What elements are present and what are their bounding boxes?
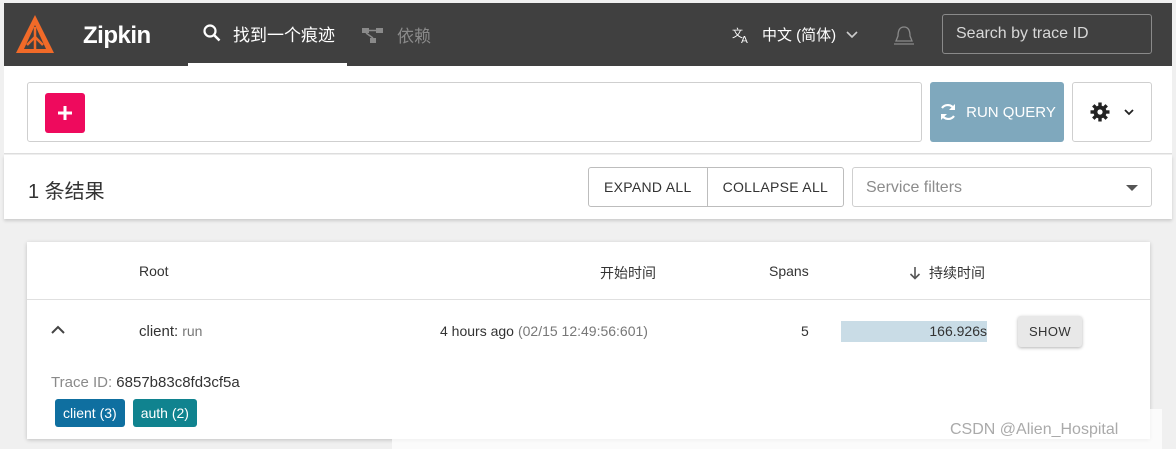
chevron-down-icon bbox=[1124, 108, 1134, 115]
settings-menu-button[interactable] bbox=[1072, 82, 1152, 142]
duration-bar: 166.926s bbox=[841, 321, 987, 342]
chevron-up-icon[interactable] bbox=[50, 322, 66, 338]
app-title: Zipkin bbox=[83, 22, 151, 49]
add-criteria-button[interactable] bbox=[45, 93, 85, 133]
tab-find-trace-label: 找到一个痕迹 bbox=[233, 25, 335, 45]
gear-icon bbox=[1090, 102, 1110, 122]
start-time-relative: 4 hours ago bbox=[440, 323, 514, 339]
expand-all-button[interactable]: EXPAND ALL bbox=[589, 168, 707, 206]
column-header-start-time[interactable]: 开始时间 bbox=[600, 263, 656, 283]
column-header-duration[interactable]: 持续时间 bbox=[909, 263, 985, 283]
service-name: client: bbox=[139, 323, 179, 340]
show-trace-button[interactable]: SHOW bbox=[1018, 316, 1082, 347]
service-filter-select[interactable]: Service filters bbox=[852, 167, 1152, 207]
top-nav-bar: Zipkin 找到一个痕迹 依赖 文A 中文 (简体) bbox=[4, 3, 1172, 66]
column-header-root[interactable]: Root bbox=[139, 263, 169, 279]
translate-icon: 文A bbox=[732, 26, 752, 44]
run-query-button[interactable]: RUN QUERY bbox=[930, 82, 1064, 142]
chevron-down-icon bbox=[846, 30, 858, 39]
sort-descending-icon bbox=[909, 267, 921, 280]
tab-dependencies[interactable]: 依赖 bbox=[361, 3, 431, 66]
run-query-label: RUN QUERY bbox=[966, 103, 1056, 121]
service-badge-client[interactable]: client (3) bbox=[55, 399, 125, 427]
span-count-cell: 5 bbox=[801, 323, 809, 339]
column-header-duration-label: 持续时间 bbox=[929, 265, 985, 281]
search-icon bbox=[203, 24, 221, 42]
trace-id-search-input[interactable] bbox=[942, 14, 1152, 54]
duration-value: 166.926s bbox=[929, 323, 987, 339]
bell-icon[interactable] bbox=[892, 24, 916, 48]
watermark-text: CSDN @Alien_Hospital bbox=[950, 421, 1119, 438]
header-divider bbox=[27, 299, 1150, 300]
tab-find-trace[interactable]: 找到一个痕迹 bbox=[188, 3, 347, 66]
collapse-all-button[interactable]: COLLAPSE ALL bbox=[706, 168, 844, 206]
language-selector[interactable]: 文A 中文 (简体) bbox=[732, 3, 858, 66]
language-label: 中文 (简体) bbox=[762, 27, 837, 44]
service-badge-auth[interactable]: auth (2) bbox=[132, 399, 197, 427]
trace-id-value: 6857b83c8fd3cf5a bbox=[116, 374, 240, 391]
start-time-cell: 4 hours ago (02/15 12:49:56:601) bbox=[440, 323, 648, 339]
expand-collapse-group: EXPAND ALL COLLAPSE ALL bbox=[588, 167, 845, 207]
service-filter-placeholder: Service filters bbox=[866, 179, 963, 196]
zipkin-logo-icon[interactable] bbox=[14, 13, 56, 55]
root-span-cell: client: run bbox=[139, 323, 202, 340]
query-criteria-field[interactable] bbox=[27, 82, 922, 142]
dependency-graph-icon bbox=[361, 26, 385, 44]
start-time-absolute: (02/15 12:49:56:601) bbox=[517, 323, 648, 339]
refresh-icon bbox=[938, 102, 958, 122]
results-toolbar: 1 条结果 EXPAND ALL COLLAPSE ALL Service fi… bbox=[4, 155, 1172, 219]
span-name: run bbox=[182, 323, 203, 339]
plus-icon bbox=[58, 106, 72, 120]
results-count: 1 条结果 bbox=[28, 181, 105, 203]
svg-text:A: A bbox=[741, 35, 748, 44]
dropdown-arrow-icon bbox=[1126, 185, 1138, 191]
column-header-spans[interactable]: Spans bbox=[769, 263, 809, 279]
service-badges: client (3) auth (2) bbox=[55, 399, 197, 427]
tab-dependencies-label: 依赖 bbox=[397, 27, 431, 46]
query-panel: RUN QUERY bbox=[4, 66, 1172, 154]
trace-id-label: Trace ID: bbox=[51, 374, 113, 391]
trace-id-line: Trace ID: 6857b83c8fd3cf5a bbox=[51, 374, 240, 391]
